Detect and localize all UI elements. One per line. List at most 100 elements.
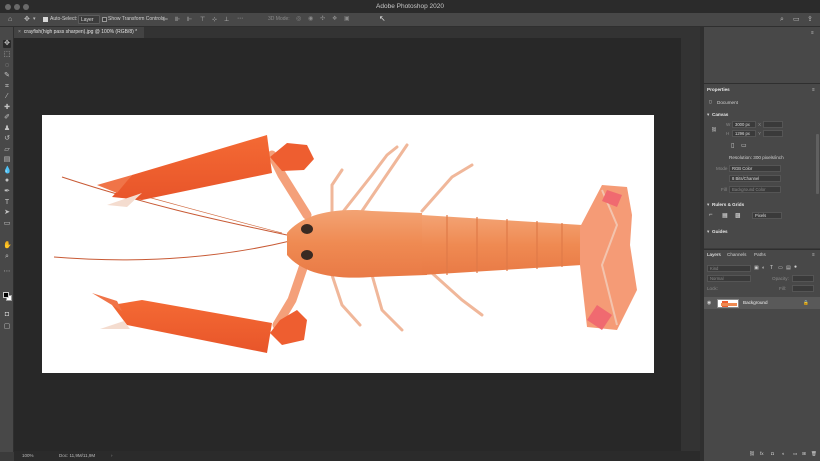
fill-dropdown[interactable]: Background Color xyxy=(729,186,781,193)
align-right-icon[interactable]: ⊩ xyxy=(187,17,192,24)
edit-toolbar-icon[interactable]: ⋯ xyxy=(3,268,11,276)
filter-adjustment-icon[interactable]: ◐ xyxy=(762,265,765,271)
quick-selection-tool-icon[interactable]: ✎ xyxy=(3,72,11,80)
ruler-units-dropdown[interactable]: Pixels xyxy=(752,212,782,219)
filter-smart-object-icon[interactable]: ▤ xyxy=(786,265,791,271)
align-center-icon[interactable]: ⊪ xyxy=(175,17,180,24)
share-icon[interactable]: ⇪ xyxy=(807,16,813,23)
new-group-icon[interactable]: ▭ xyxy=(793,451,797,457)
link-layers-icon[interactable]: ⛓ xyxy=(749,451,755,457)
search-icon[interactable]: ⌕ xyxy=(780,16,784,23)
lasso-tool-icon[interactable]: ◌ xyxy=(3,62,11,70)
visibility-eye-icon[interactable]: ◉ xyxy=(707,300,711,306)
delete-layer-icon[interactable]: 🗑 xyxy=(811,451,817,457)
layer-row[interactable]: ◉ Background 🔒 xyxy=(704,297,820,309)
brush-tool-icon[interactable]: ✐ xyxy=(3,114,11,122)
rectangle-tool-icon[interactable]: ▭ xyxy=(3,220,11,228)
hand-tool-icon[interactable]: ✋ xyxy=(3,242,12,250)
distribute-icon[interactable]: ⋯ xyxy=(237,16,243,23)
crop-tool-icon[interactable]: ⌗ xyxy=(3,83,11,91)
grid-icon[interactable]: ▦ xyxy=(722,212,728,219)
close-tab-icon[interactable]: × xyxy=(18,29,21,35)
new-layer-icon[interactable]: ⊞ xyxy=(802,451,806,457)
height-field[interactable]: 1296 px xyxy=(732,130,756,137)
healing-brush-tool-icon[interactable]: ✚ xyxy=(3,104,11,112)
filter-toggle-icon[interactable]: ● xyxy=(794,264,797,270)
layer-filter-dropdown[interactable]: Kind xyxy=(707,265,751,272)
clone-stamp-tool-icon[interactable]: ♟ xyxy=(3,125,11,133)
3d-slide-icon[interactable]: ❖ xyxy=(332,16,337,23)
eraser-tool-icon[interactable]: ▱ xyxy=(3,146,11,154)
align-top-icon[interactable]: ⊤ xyxy=(200,17,205,24)
fill-opacity-field[interactable] xyxy=(792,285,814,292)
marquee-tool-icon[interactable]: ⬚ xyxy=(3,51,11,59)
align-middle-icon[interactable]: ⊹ xyxy=(212,17,217,24)
path-selection-tool-icon[interactable]: ➤ xyxy=(3,209,11,217)
auto-select-checkbox[interactable] xyxy=(43,17,48,22)
3d-scale-icon[interactable]: ▣ xyxy=(344,16,350,23)
pen-tool-icon[interactable]: ✒ xyxy=(3,188,11,196)
tab-paths[interactable]: Paths xyxy=(754,252,766,257)
workspace-icon[interactable]: ▭ xyxy=(793,16,800,23)
properties-menu-icon[interactable]: ≡ xyxy=(812,87,815,92)
blend-mode-dropdown[interactable]: Normal xyxy=(707,275,751,282)
portrait-orientation-icon[interactable]: ▯ xyxy=(731,142,734,149)
panel-menu-icon[interactable]: ≡ xyxy=(811,30,814,35)
tab-channels[interactable]: Channels xyxy=(727,252,746,257)
rulers-collapse-icon[interactable]: ▾ xyxy=(707,202,709,208)
canvas-collapse-icon[interactable]: ▾ xyxy=(707,112,709,118)
bit-depth-dropdown[interactable]: 8 Bits/Channel xyxy=(729,175,781,182)
layers-menu-icon[interactable]: ≡ xyxy=(812,252,815,257)
add-mask-icon[interactable]: ◘ xyxy=(771,451,774,456)
align-bottom-icon[interactable]: ⊥ xyxy=(224,17,229,24)
width-field[interactable]: 3000 px xyxy=(732,121,756,128)
opacity-field[interactable] xyxy=(792,275,814,282)
show-transform-checkbox[interactable] xyxy=(102,17,107,22)
link-dimensions-icon[interactable]: ⛓ xyxy=(711,127,717,133)
blur-tool-icon[interactable]: 💧 xyxy=(3,167,12,175)
properties-scrollbar[interactable] xyxy=(816,134,819,194)
layer-lock-icon[interactable]: 🔒 xyxy=(803,300,809,306)
top-panel-dock: ≡ xyxy=(704,27,820,83)
vertical-scrollbar[interactable] xyxy=(681,38,700,451)
eyedropper-tool-icon[interactable]: ⁄ xyxy=(3,93,11,101)
3d-pan-icon[interactable]: ✣ xyxy=(320,16,325,23)
move-tool-icon[interactable]: ✥ xyxy=(24,16,30,23)
zoom-tool-icon[interactable]: ⌕ xyxy=(3,253,11,261)
mode-dropdown[interactable]: RGB Color xyxy=(729,165,781,172)
tool-preset-chevron-icon[interactable]: ▾ xyxy=(33,16,36,23)
3d-roll-icon[interactable]: ◉ xyxy=(308,16,313,23)
adjustment-layer-icon[interactable]: ◐ xyxy=(782,451,785,456)
filter-type-icon[interactable]: T xyxy=(770,265,773,271)
status-menu-chevron-icon[interactable]: › xyxy=(111,453,113,458)
document-info[interactable]: Doc: 11,9M/11,9M xyxy=(59,453,95,458)
auto-select-dropdown[interactable]: Layer xyxy=(78,15,100,24)
type-tool-icon[interactable]: T xyxy=(3,199,11,207)
quick-mask-icon[interactable]: ◘ xyxy=(3,311,11,319)
filter-shape-icon[interactable]: ▭ xyxy=(778,265,783,271)
y-field[interactable] xyxy=(763,130,783,137)
ruler-icon[interactable]: ⌐ xyxy=(709,212,713,218)
pixel-grid-icon[interactable]: ▩ xyxy=(735,212,741,219)
image-canvas[interactable] xyxy=(42,115,654,373)
document-tab[interactable]: × crayfish(high pass sharpen).jpg @ 100% … xyxy=(14,27,144,38)
gradient-tool-icon[interactable]: ▤ xyxy=(3,156,11,164)
filter-pixel-icon[interactable]: ▣ xyxy=(754,265,759,271)
home-icon[interactable]: ⌂ xyxy=(8,16,12,23)
landscape-orientation-icon[interactable]: ▭ xyxy=(741,142,747,149)
properties-tab[interactable]: Properties xyxy=(707,87,730,92)
foreground-color-swatch[interactable] xyxy=(3,292,9,298)
3d-orbit-icon[interactable]: ◎ xyxy=(296,16,301,23)
tab-layers[interactable]: Layers xyxy=(707,252,721,257)
x-field[interactable] xyxy=(763,121,783,128)
layer-name[interactable]: Background xyxy=(743,300,768,305)
move-tool-icon[interactable]: ✥ xyxy=(3,40,11,48)
screen-mode-icon[interactable]: ▢ xyxy=(3,323,11,331)
zoom-level[interactable]: 100% xyxy=(22,453,34,458)
dodge-tool-icon[interactable]: ● xyxy=(3,177,11,185)
canvas-workspace[interactable] xyxy=(14,38,681,451)
align-left-icon[interactable]: ⊫ xyxy=(163,17,168,24)
layer-style-icon[interactable]: fx xyxy=(760,451,764,456)
history-brush-tool-icon[interactable]: ↺ xyxy=(3,135,11,143)
guides-collapse-icon[interactable]: ▾ xyxy=(707,229,709,235)
